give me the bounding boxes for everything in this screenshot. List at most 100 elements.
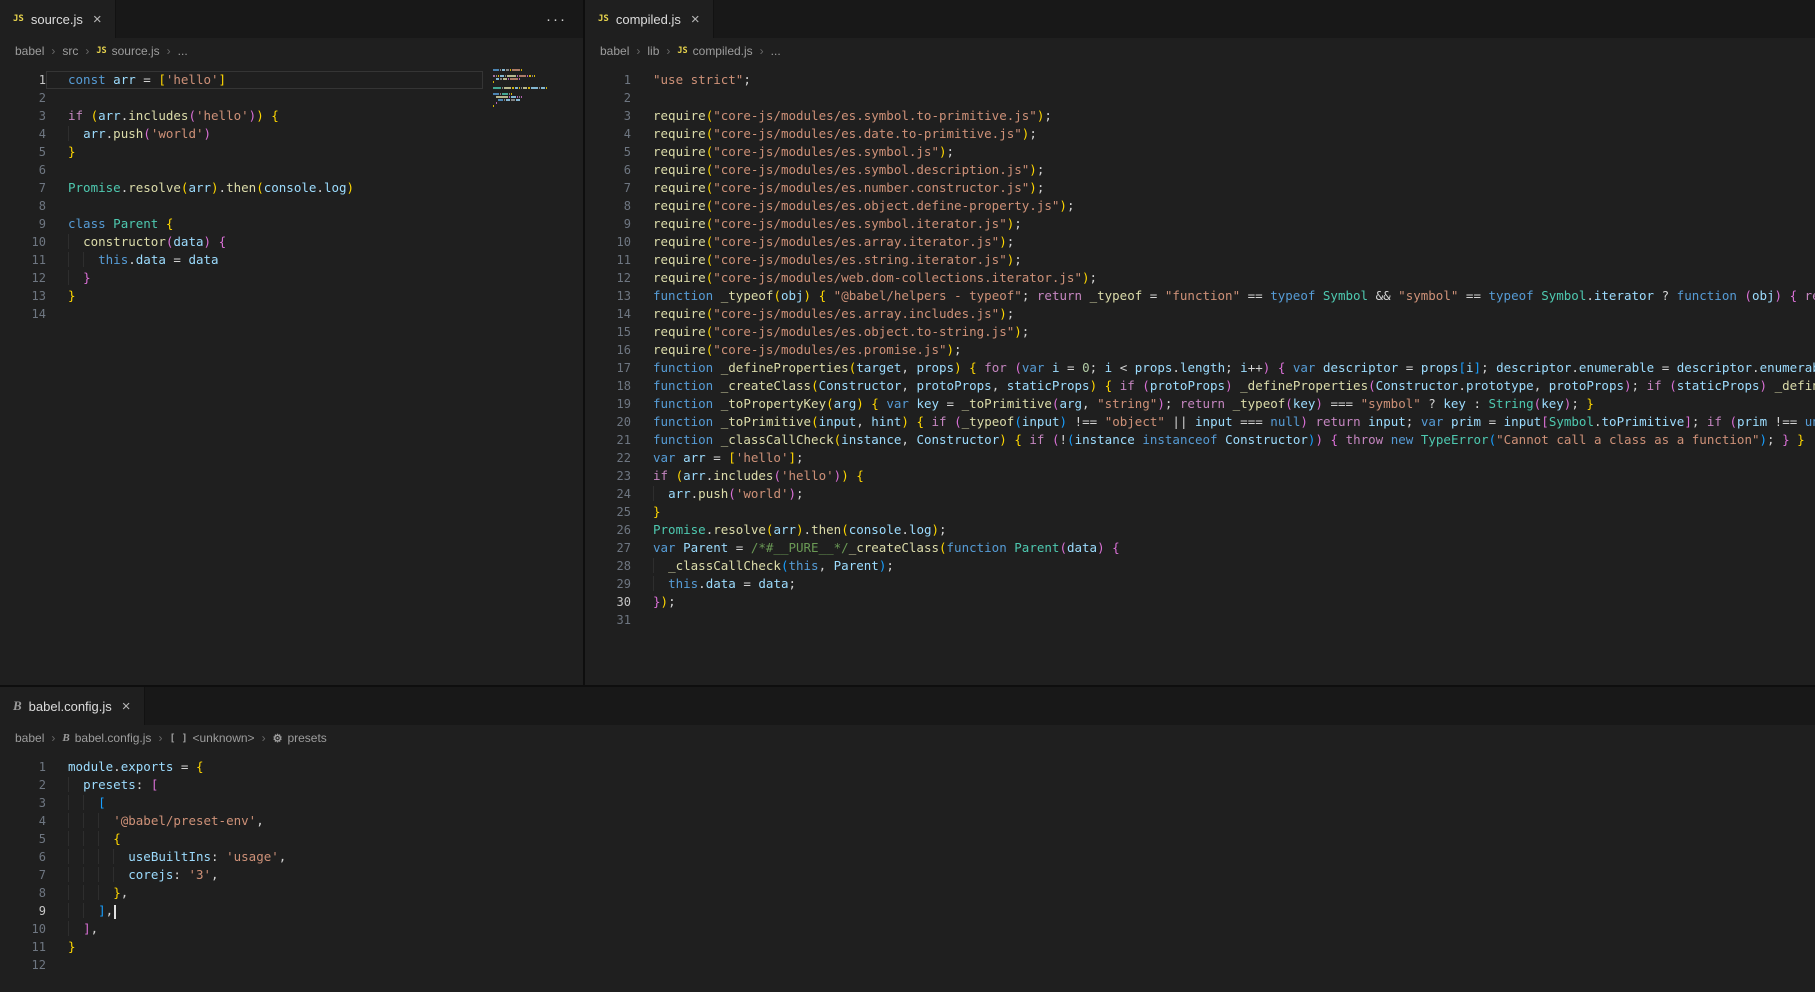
line-number[interactable]: 28 <box>585 557 631 575</box>
code-line[interactable]: 27var Parent = /*#__PURE__*/_createClass… <box>585 539 1815 557</box>
code-line[interactable]: 30}); <box>585 593 1815 611</box>
breadcrumb-item[interactable]: ... <box>771 44 781 58</box>
code-line[interactable]: 17function _defineProperties(target, pro… <box>585 359 1815 377</box>
line-number[interactable]: 1 <box>0 71 46 89</box>
code-line[interactable]: 25} <box>585 503 1815 521</box>
line-number[interactable]: 5 <box>585 143 631 161</box>
line-number[interactable]: 3 <box>0 794 46 812</box>
code-line[interactable]: 15require("core-js/modules/es.object.to-… <box>585 323 1815 341</box>
code-line[interactable]: 4require("core-js/modules/es.date.to-pri… <box>585 125 1815 143</box>
line-number[interactable]: 11 <box>0 938 46 956</box>
line-number[interactable]: 8 <box>585 197 631 215</box>
line-number[interactable]: 7 <box>0 866 46 884</box>
line-number[interactable]: 2 <box>0 89 46 107</box>
code-editor-config[interactable]: 1module.exports = {2 presets: [3 [4 '@ba… <box>0 751 1815 992</box>
line-number[interactable]: 16 <box>585 341 631 359</box>
code-line[interactable]: 14require("core-js/modules/es.array.incl… <box>585 305 1815 323</box>
code-line[interactable]: 7Promise.resolve(arr).then(console.log) <box>0 179 483 197</box>
line-number[interactable]: 4 <box>0 125 46 143</box>
code-line[interactable]: 8 <box>0 197 483 215</box>
code-line[interactable]: 24 arr.push('world'); <box>585 485 1815 503</box>
line-number[interactable]: 2 <box>585 89 631 107</box>
code-line[interactable]: 13} <box>0 287 483 305</box>
breadcrumb-item[interactable]: ... <box>178 44 188 58</box>
code-line[interactable]: 1const arr = ['hello'] <box>0 71 483 89</box>
code-line[interactable]: 11require("core-js/modules/es.string.ite… <box>585 251 1815 269</box>
line-number[interactable]: 20 <box>585 413 631 431</box>
close-icon[interactable]: × <box>691 12 700 27</box>
line-number[interactable]: 9 <box>585 215 631 233</box>
code-editor-source[interactable]: 1const arr = ['hello']23if (arr.includes… <box>0 64 583 685</box>
code-line[interactable]: 7require("core-js/modules/es.number.cons… <box>585 179 1815 197</box>
line-number[interactable]: 22 <box>585 449 631 467</box>
code-line[interactable]: 11} <box>0 938 1815 956</box>
breadcrumb-item[interactable]: JSsource.js <box>96 44 159 58</box>
breadcrumb-item[interactable]: JScompiled.js <box>677 44 752 58</box>
code-line[interactable]: 3if (arr.includes('hello')) { <box>0 107 483 125</box>
code-line[interactable]: 5require("core-js/modules/es.symbol.js")… <box>585 143 1815 161</box>
breadcrumb-item[interactable]: babel <box>600 44 629 58</box>
code-line[interactable]: 19function _toPropertyKey(arg) { var key… <box>585 395 1815 413</box>
editor-actions-ellipsis-icon[interactable]: ··· <box>530 0 583 38</box>
tab-babel-config-js[interactable]: B babel.config.js × <box>0 687 145 725</box>
line-number[interactable]: 10 <box>585 233 631 251</box>
breadcrumb-item[interactable]: lib <box>647 44 659 58</box>
line-number[interactable]: 1 <box>585 71 631 89</box>
code-line[interactable]: 9require("core-js/modules/es.symbol.iter… <box>585 215 1815 233</box>
code-line[interactable]: 13function _typeof(obj) { "@babel/helper… <box>585 287 1815 305</box>
line-number[interactable]: 3 <box>0 107 46 125</box>
code-line[interactable]: 20function _toPrimitive(input, hint) { i… <box>585 413 1815 431</box>
close-icon[interactable]: × <box>122 699 131 714</box>
code-line[interactable]: 7 corejs: '3', <box>0 866 1815 884</box>
line-number[interactable]: 6 <box>0 161 46 179</box>
code-line[interactable]: 8 }, <box>0 884 1815 902</box>
code-line[interactable]: 2 presets: [ <box>0 776 1815 794</box>
line-number[interactable]: 11 <box>585 251 631 269</box>
tab-compiled-js[interactable]: JS compiled.js × <box>585 0 714 38</box>
line-number[interactable]: 10 <box>0 920 46 938</box>
code-line[interactable]: 29 this.data = data; <box>585 575 1815 593</box>
line-number[interactable]: 9 <box>0 902 46 920</box>
code-line[interactable]: 9 ], <box>0 902 1815 920</box>
line-number[interactable]: 12 <box>0 269 46 287</box>
code-line[interactable]: 4 arr.push('world') <box>0 125 483 143</box>
code-line[interactable]: 12 } <box>0 269 483 287</box>
breadcrumb-item[interactable]: Bbabel.config.js <box>62 731 151 745</box>
line-number[interactable]: 7 <box>0 179 46 197</box>
code-line[interactable]: 8require("core-js/modules/es.object.defi… <box>585 197 1815 215</box>
line-number[interactable]: 13 <box>0 287 46 305</box>
code-line[interactable]: 10 constructor(data) { <box>0 233 483 251</box>
line-number[interactable]: 14 <box>0 305 46 323</box>
code-line[interactable]: 31 <box>585 611 1815 629</box>
code-line[interactable]: 4 '@babel/preset-env', <box>0 812 1815 830</box>
line-number[interactable]: 4 <box>0 812 46 830</box>
line-number[interactable]: 17 <box>585 359 631 377</box>
line-number[interactable]: 6 <box>0 848 46 866</box>
close-icon[interactable]: × <box>93 12 102 27</box>
code-line[interactable]: 1"use strict"; <box>585 71 1815 89</box>
code-line[interactable]: 9class Parent { <box>0 215 483 233</box>
code-line[interactable]: 11 this.data = data <box>0 251 483 269</box>
code-line[interactable]: 16require("core-js/modules/es.promise.js… <box>585 341 1815 359</box>
code-line[interactable]: 23if (arr.includes('hello')) { <box>585 467 1815 485</box>
code-line[interactable]: 3 [ <box>0 794 1815 812</box>
code-editor-compiled[interactable]: 1"use strict";23require("core-js/modules… <box>585 64 1815 685</box>
code-line[interactable]: 18function _createClass(Constructor, pro… <box>585 377 1815 395</box>
line-number[interactable]: 2 <box>0 776 46 794</box>
code-line[interactable]: 6 useBuiltIns: 'usage', <box>0 848 1815 866</box>
code-line[interactable]: 2 <box>585 89 1815 107</box>
code-line[interactable]: 1module.exports = { <box>0 758 1815 776</box>
code-line[interactable]: 5 { <box>0 830 1815 848</box>
code-line[interactable]: 6require("core-js/modules/es.symbol.desc… <box>585 161 1815 179</box>
line-number[interactable]: 31 <box>585 611 631 629</box>
code-line[interactable]: 22var arr = ['hello']; <box>585 449 1815 467</box>
line-number[interactable]: 8 <box>0 884 46 902</box>
breadcrumb-item[interactable]: babel <box>15 731 44 745</box>
line-number[interactable]: 18 <box>585 377 631 395</box>
line-number[interactable]: 4 <box>585 125 631 143</box>
line-number[interactable]: 7 <box>585 179 631 197</box>
line-number[interactable]: 25 <box>585 503 631 521</box>
line-number[interactable]: 21 <box>585 431 631 449</box>
line-number[interactable]: 12 <box>0 956 46 974</box>
line-number[interactable]: 10 <box>0 233 46 251</box>
